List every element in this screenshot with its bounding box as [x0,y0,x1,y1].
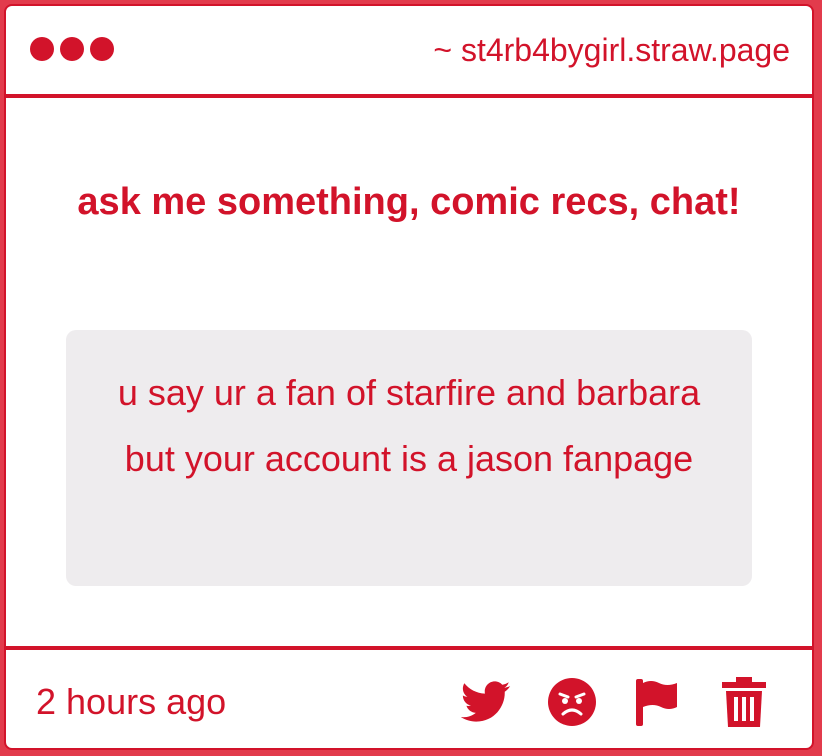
twitter-icon [461,681,511,722]
window-header: ~ st4rb4bygirl.straw.page [6,6,812,98]
site-address[interactable]: ~ st4rb4bygirl.straw.page [433,30,790,70]
question-text: u say ur a fan of starfire and barbara b… [117,372,701,479]
ask-content: ask me something, comic recs, chat! u sa… [6,98,812,646]
trash-icon [722,677,766,727]
react-angry-button[interactable] [546,676,598,728]
window-dot-icon [60,37,84,61]
timestamp: 2 hours ago [36,681,227,722]
question-bubble: u say ur a fan of starfire and barbara b… [66,330,752,586]
ask-card: ~ st4rb4bygirl.straw.page ask me somethi… [4,4,814,750]
prompt-title: ask me something, comic recs, chat! [77,181,741,223]
window-dot-icon [90,37,114,61]
window-dots [30,37,114,61]
window-dot-icon [30,37,54,61]
action-bar [460,676,770,728]
delete-button[interactable] [718,676,770,728]
card-footer: 2 hours ago [6,646,812,748]
twitter-share-button[interactable] [460,676,512,728]
flag-icon [636,679,677,726]
report-button[interactable] [632,676,684,728]
angry-face-icon [548,678,596,726]
